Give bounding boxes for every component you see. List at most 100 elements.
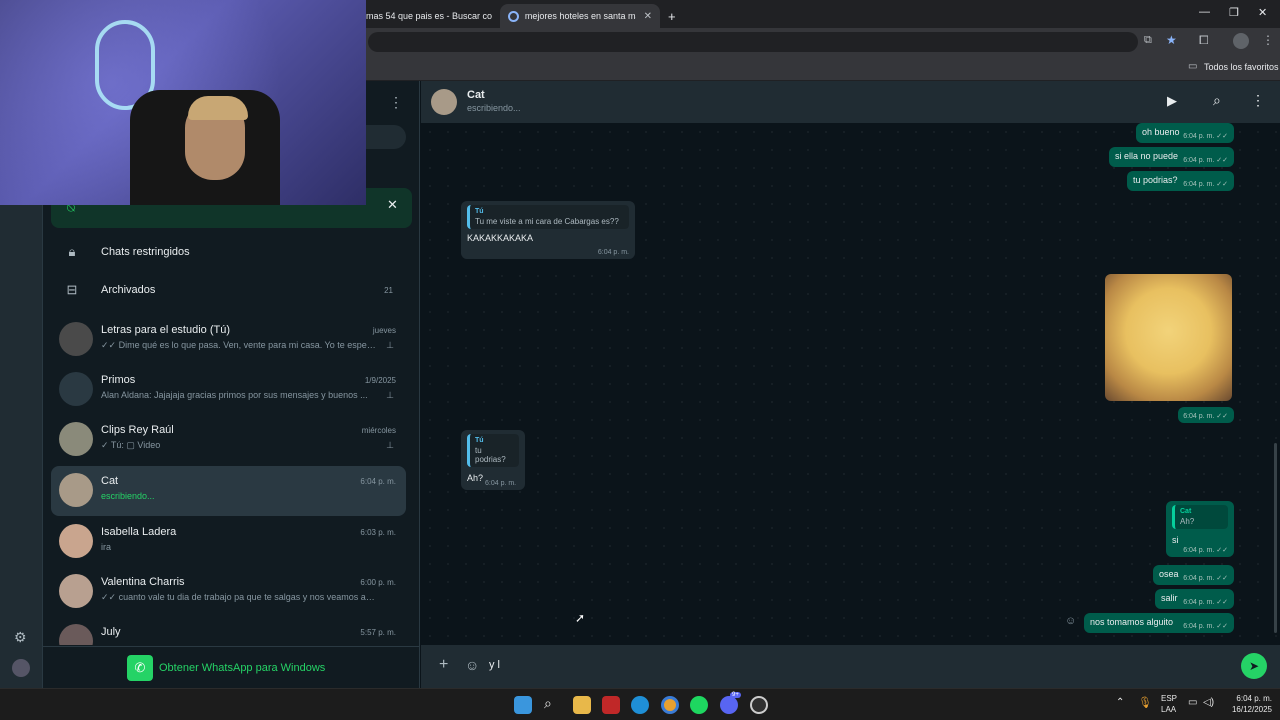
settings-gear-icon[interactable]: ⚙ xyxy=(14,629,27,646)
browser-tab-hotels[interactable]: mejores hoteles en santa marta ✕ xyxy=(500,4,660,28)
close-tab-icon[interactable]: ✕ xyxy=(644,11,652,22)
profile-avatar[interactable] xyxy=(1233,33,1249,49)
video-call-icon[interactable]: ▶ xyxy=(1167,93,1177,109)
avatar xyxy=(59,473,93,507)
scrollbar[interactable] xyxy=(1274,443,1277,633)
extensions-icon[interactable]: ⧠ xyxy=(1199,33,1209,48)
chat-preview: ✓✓ cuanto vale tu dia de trabajo pa que … xyxy=(101,592,376,602)
quote-text: Ah? xyxy=(1180,517,1195,526)
banner-close-icon[interactable]: ✕ xyxy=(387,197,398,213)
message-bubble[interactable]: tu podrias? 6:04 p. m. ✓✓ xyxy=(1127,171,1234,191)
network-icon[interactable]: ▭ xyxy=(1188,697,1197,708)
sticker-emoji-icon[interactable]: ☺ xyxy=(465,657,479,673)
contact-status: escribiendo... xyxy=(467,103,521,113)
taskbar-time[interactable]: 6:04 p. m. xyxy=(1230,694,1272,703)
message-text: salir xyxy=(1161,593,1178,603)
chat-item-primos[interactable]: Primos 1/9/2025 Alan Aldana: Jajajaja gr… xyxy=(51,365,406,415)
microphone-icon[interactable]: 🎙︎ xyxy=(1138,696,1152,709)
chat-name: Clips Rey Raúl xyxy=(101,424,174,436)
message-time: 6:04 p. m. ✓✓ xyxy=(1183,181,1228,188)
chat-menu-icon[interactable]: ⋮ xyxy=(1251,92,1265,109)
chat-item-isabella[interactable]: Isabella Ladera 6:03 p. m. ira xyxy=(51,517,406,567)
chat-time: 1/9/2025 xyxy=(364,376,396,385)
react-emoji-icon[interactable]: ☺ xyxy=(1065,615,1076,627)
chat-name: Valentina Charris xyxy=(101,576,185,588)
message-input[interactable]: y l xyxy=(489,659,500,671)
all-bookmarks-link[interactable]: Todos los favoritos xyxy=(1204,62,1279,72)
tab-title: mejores hoteles en santa marta xyxy=(524,11,636,21)
windows-taskbar: ⌕ 9+ ⌃ 🎙︎ ESP LAA ▭ ◁) 6:04 p. m. 16/12/… xyxy=(0,688,1280,720)
steam-icon[interactable] xyxy=(750,696,768,714)
message-bubble[interactable]: si ella no puede 6:04 p. m. ✓✓ xyxy=(1109,147,1234,167)
chat-time: 5:57 p. m. xyxy=(360,628,396,637)
archived-row[interactable]: ⊟ Archivados 21 xyxy=(43,271,413,309)
chat-item-clips[interactable]: Clips Rey Raúl miércoles ✓ Tú: ▢ Video ⊥ xyxy=(51,415,406,465)
my-profile-avatar[interactable] xyxy=(12,659,30,677)
search-icon[interactable]: ⌕ xyxy=(544,695,552,712)
message-bubble[interactable]: osea 6:04 p. m. ✓✓ xyxy=(1153,565,1234,585)
message-bubble[interactable]: Cat Ah? si 6:04 p. m. ✓✓ xyxy=(1166,501,1234,557)
chat-preview: Alan Aldana: Jajajaja gracias primos por… xyxy=(101,390,368,400)
message-time: 6:04 p. m. xyxy=(597,249,629,256)
chevron-up-icon[interactable]: ⌃ xyxy=(1116,697,1124,708)
discord-icon[interactable] xyxy=(720,696,738,714)
contact-name: Cat xyxy=(467,89,485,101)
get-windows-app-link[interactable]: ✆ Obtener WhatsApp para Windows xyxy=(43,646,420,688)
contact-avatar[interactable] xyxy=(431,89,457,115)
google-favicon-icon xyxy=(508,10,519,22)
pin-icon: ⊥ xyxy=(386,390,394,400)
app-red-icon[interactable] xyxy=(602,696,620,714)
attach-plus-icon[interactable]: + xyxy=(439,656,448,674)
browser-tab-search[interactable]: mas 54 que pais es - Buscar co ✕ xyxy=(358,4,516,28)
sticker-image[interactable] xyxy=(1105,274,1232,401)
sticker-time-chip: 6:04 p. m. ✓✓ xyxy=(1178,407,1234,423)
restore-button[interactable]: ❐ xyxy=(1229,6,1239,19)
chat-item-july[interactable]: July 5:57 p. m. xyxy=(51,617,406,645)
message-bubble[interactable]: oh bueno 6:04 p. m. ✓✓ xyxy=(1136,123,1234,143)
chat-name: Letras para el estudio (Tú) xyxy=(101,324,231,336)
message-bubble[interactable]: nos tomamos alguito 6:04 p. m. ✓✓ xyxy=(1084,613,1234,633)
avatar xyxy=(59,574,93,608)
restricted-chats-row[interactable]: 🔒︎ Chats restringidos xyxy=(43,233,413,271)
spotify-icon[interactable] xyxy=(690,696,708,714)
chat-header[interactable]: Cat escribiendo... ▶ ⌕ ⋮ xyxy=(421,81,1280,123)
windows-start-icon[interactable] xyxy=(514,696,532,714)
new-tab-button[interactable]: + xyxy=(660,4,684,28)
language-top[interactable]: ESP xyxy=(1161,694,1177,703)
message-time: 6:04 p. m. ✓✓ xyxy=(1183,157,1228,164)
message-text: nos tomamos alguito xyxy=(1090,617,1174,627)
bookmark-star-icon[interactable]: ★ xyxy=(1166,33,1177,47)
quoted-message[interactable]: Tú tu podrias? xyxy=(467,434,519,467)
message-time: 6:04 p. m. ✓✓ xyxy=(1183,413,1228,420)
language-bottom[interactable]: LAA xyxy=(1161,705,1176,714)
search-icon[interactable]: ⌕ xyxy=(1213,92,1221,109)
mouse-cursor-icon: ➚ xyxy=(575,611,586,625)
chat-time: 6:00 p. m. xyxy=(360,578,396,587)
chrome-icon[interactable] xyxy=(661,696,679,714)
chat-item-cat[interactable]: Cat 6:04 p. m. escribiendo... xyxy=(51,466,406,516)
quote-text: Tu me viste a mi cara de Cabargas es?? xyxy=(475,217,619,226)
message-time: 6:04 p. m. ✓✓ xyxy=(1183,547,1228,554)
taskbar-date[interactable]: 16/12/2025 xyxy=(1222,705,1272,714)
message-text: si ella no puede xyxy=(1115,151,1179,161)
menu-icon[interactable]: ⋮ xyxy=(389,94,403,111)
file-explorer-icon[interactable] xyxy=(573,696,591,714)
minimize-button[interactable]: — xyxy=(1199,6,1210,18)
message-text: si xyxy=(1172,535,1179,545)
edge-icon[interactable] xyxy=(631,696,649,714)
address-bar[interactable] xyxy=(368,32,1138,52)
message-time: 6:04 p. m. ✓✓ xyxy=(1183,133,1228,140)
send-icon[interactable]: ➤ xyxy=(1241,653,1267,679)
close-window-button[interactable]: ✕ xyxy=(1258,6,1267,19)
archive-icon: ⊟ xyxy=(66,282,78,297)
quoted-message[interactable]: Tú Tu me viste a mi cara de Cabargas es?… xyxy=(467,205,629,229)
volume-icon[interactable]: ◁) xyxy=(1203,697,1214,708)
cast-icon[interactable]: ⧉ xyxy=(1144,34,1152,47)
chat-item-valentina[interactable]: Valentina Charris 6:00 p. m. ✓✓ cuanto v… xyxy=(51,567,406,617)
message-bubble[interactable]: Tú Tu me viste a mi cara de Cabargas es?… xyxy=(461,201,635,259)
quoted-message[interactable]: Cat Ah? xyxy=(1172,505,1228,529)
message-bubble[interactable]: salir 6:04 p. m. ✓✓ xyxy=(1155,589,1234,609)
browser-menu-icon[interactable]: ⋮ xyxy=(1262,33,1274,47)
chat-item-letras[interactable]: Letras para el estudio (Tú) jueves ✓✓ Di… xyxy=(51,315,406,365)
quote-author: Cat xyxy=(1180,508,1192,515)
